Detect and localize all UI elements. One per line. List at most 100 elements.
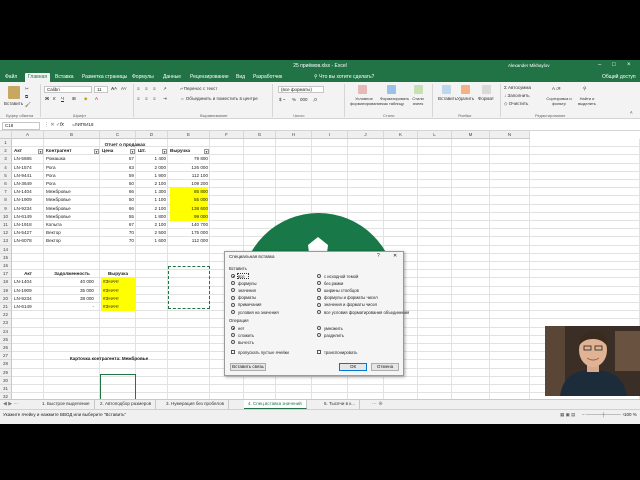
tab-scroll-icons[interactable]: ◀ ▶ ⋯ [3, 401, 18, 407]
tab-page-layout[interactable]: Разметка страницы [82, 74, 127, 80]
table-cell[interactable]: Межбровье [46, 205, 98, 213]
orientation-icon[interactable]: ↗ [163, 86, 167, 92]
align-middle-icon[interactable]: ≡ [145, 86, 148, 91]
table-cell[interactable]: 66 [102, 188, 134, 196]
table-cell[interactable]: Вектор [46, 237, 98, 245]
table-cell[interactable]: Рога [46, 172, 98, 180]
table-cell[interactable]: LN-5685 [14, 155, 42, 163]
comma-icon[interactable]: 000 [300, 97, 308, 102]
column-header-l[interactable]: L [418, 131, 452, 139]
row-header-12[interactable]: 12 [0, 229, 12, 238]
card-header-cell[interactable]: Выручка [102, 270, 134, 278]
sort-filter-button[interactable]: Сортировка и фильтр [545, 96, 573, 106]
table-cell[interactable]: Межбровье [46, 213, 98, 221]
tab-formulas[interactable]: Формулы [132, 74, 154, 80]
table-cell[interactable]: LN-6078 [14, 237, 42, 245]
format-cells-button[interactable]: Формат [478, 96, 494, 101]
revenue-cell[interactable]: 85 800 [170, 188, 208, 197]
filter-dropdown-icon[interactable]: ▾ [94, 148, 99, 154]
zoom-slider[interactable]: – ─────┼───── + [582, 412, 625, 417]
card-revenue-cell[interactable]: #ЗНАЧ! [101, 286, 135, 295]
fill-color-icon[interactable]: ◆ [84, 96, 87, 102]
align-center-icon[interactable]: ≡ [145, 96, 148, 101]
column-header-c[interactable]: C [100, 131, 136, 139]
table-cell[interactable]: 1 300 [138, 188, 167, 196]
card-debt-cell[interactable]: - [46, 303, 94, 311]
tab-view[interactable]: Вид [236, 74, 245, 80]
table-cell[interactable]: 57 [102, 155, 134, 163]
cell-styles-icon[interactable] [414, 85, 423, 94]
table-cell[interactable]: Вектор [46, 229, 98, 237]
paste-option-radio[interactable] [317, 295, 321, 300]
row-header-4[interactable]: 4 [0, 163, 12, 172]
table-cell[interactable]: LN-1574 [14, 164, 42, 172]
share-button[interactable]: Общий доступ [602, 74, 636, 80]
card-title[interactable]: Карточка контрагента: Межбровье [44, 355, 174, 363]
operation-option-radio[interactable] [231, 340, 235, 345]
column-header-d[interactable]: D [136, 131, 168, 139]
card-debt-cell[interactable]: 40 000 [46, 278, 94, 286]
underline-icon[interactable]: Ч [61, 96, 64, 101]
revenue-cell[interactable]: 112 000 [170, 237, 208, 245]
column-header-h[interactable]: H [276, 131, 312, 139]
row-header-5[interactable]: 5 [0, 171, 12, 180]
sheet-tab[interactable]: 1. Быстрое выделение [38, 400, 95, 409]
table-cell[interactable]: LN-1918 [14, 221, 42, 229]
filter-dropdown-icon[interactable]: ▾ [130, 148, 135, 154]
table-cell[interactable]: 2 100 [138, 180, 167, 188]
tab-data[interactable]: Данные [163, 74, 181, 80]
row-header-13[interactable]: 13 [0, 237, 12, 246]
dialog-close-icon[interactable]: ✕ [393, 253, 397, 259]
column-header-f[interactable]: F [210, 131, 244, 139]
paste-option-radio[interactable] [317, 288, 321, 293]
table-cell[interactable]: 1 800 [138, 213, 167, 221]
merge-center-button[interactable]: ⇔ Объединить и поместить в центре [180, 96, 258, 101]
table-cell[interactable]: 70 [102, 229, 134, 237]
format-table-icon[interactable] [387, 85, 396, 94]
revenue-cell[interactable]: 99 000 [170, 212, 208, 221]
table-cell[interactable]: 1 400 [138, 155, 167, 163]
select-all-corner[interactable] [0, 131, 12, 139]
row-header-6[interactable]: 6 [0, 180, 12, 189]
operation-option-radio[interactable] [317, 333, 321, 338]
table-cell[interactable]: 59 [102, 172, 134, 180]
table-cell[interactable]: 63 [102, 164, 134, 172]
formula-input[interactable]: =ЛИП!И18 [72, 122, 94, 130]
paste-icon[interactable] [8, 86, 20, 99]
shrink-font-icon[interactable]: A˅ [121, 86, 127, 91]
row-header-1[interactable]: 1 [0, 139, 12, 148]
card-header-cell[interactable]: Задолженность [46, 270, 98, 278]
revenue-cell[interactable]: 126 000 [170, 164, 208, 172]
revenue-cell[interactable]: 55 000 [170, 196, 208, 205]
row-header-27[interactable]: 27 [0, 352, 12, 361]
align-top-icon[interactable]: ≡ [137, 86, 140, 91]
table-cell[interactable]: Рога [46, 164, 98, 172]
revenue-cell[interactable]: 79 800 [170, 155, 208, 163]
column-header-n[interactable]: N [490, 131, 530, 139]
table-cell[interactable]: Межбровье [46, 196, 98, 204]
column-header-j[interactable]: J [348, 131, 384, 139]
column-header-e[interactable]: E [168, 131, 210, 139]
delete-cells-icon[interactable] [461, 85, 470, 94]
sort-filter-icon[interactable]: A↓Я [552, 86, 561, 91]
delete-cells-button[interactable]: Удалить [457, 96, 474, 101]
minimize-icon[interactable]: – [598, 62, 601, 68]
column-header-k[interactable]: K [384, 131, 418, 139]
paste-option-radio[interactable] [231, 281, 235, 286]
tab-home[interactable]: Главная [25, 73, 51, 82]
font-size-combo[interactable]: 11 [94, 86, 108, 93]
find-select-button[interactable]: Найти и выделить [576, 96, 598, 106]
table-header-cell[interactable]: Выручка [170, 147, 204, 155]
format-painter-icon[interactable]: 🖌 [25, 102, 31, 108]
table-cell[interactable]: 2 100 [138, 205, 167, 213]
table-cell[interactable]: 66 [102, 205, 134, 213]
view-mode-icons[interactable]: ▦ ▣ ▤ [560, 412, 575, 418]
format-cells-icon[interactable] [482, 85, 491, 94]
number-format-combo[interactable]: (все форматы) [278, 86, 324, 93]
paste-button[interactable]: Вставить [4, 101, 23, 106]
tab-developer[interactable]: Разработчик [253, 74, 282, 80]
operation-option-radio[interactable] [231, 326, 235, 330]
currency-icon[interactable]: $ ~ [279, 97, 285, 102]
table-cell[interactable]: 2 500 [138, 229, 167, 237]
name-box[interactable]: C18 [2, 122, 40, 130]
